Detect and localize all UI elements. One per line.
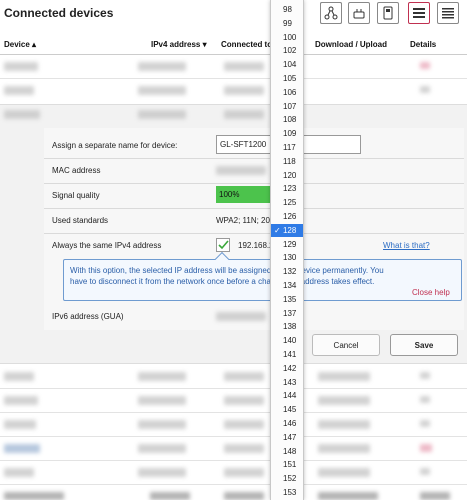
dropdown-option[interactable]: 152 [271,472,303,485]
dropdown-option[interactable]: 145 [271,403,303,416]
dropdown-option[interactable]: 123 [271,182,303,195]
device-icon [383,6,393,20]
close-help-link[interactable]: Close help [412,288,450,297]
dropdown-option-label: 128 [282,225,297,235]
router-icon [353,9,365,19]
details-divider [44,208,464,209]
view-device-button[interactable] [377,2,399,24]
ipv6-value [216,312,266,321]
dropdown-option[interactable]: 141 [271,348,303,361]
mac-label: MAC address [52,166,101,175]
dropdown-option[interactable]: 125 [271,196,303,209]
mesh-icon [324,6,338,20]
compact-list-icon [442,8,454,19]
dropdown-option[interactable]: 99 [271,17,303,30]
dropdown-option[interactable]: 132 [271,265,303,278]
dropdown-option[interactable]: 134 [271,279,303,292]
standards-label: Used standards [52,216,109,225]
fixed-ip-checkbox[interactable] [216,238,230,252]
dropdown-option[interactable]: 143 [271,376,303,389]
dropdown-option[interactable]: 117 [271,141,303,154]
view-list-button[interactable] [408,2,430,24]
dropdown-option[interactable]: 126 [271,210,303,223]
dropdown-option[interactable]: 106 [271,86,303,99]
dropdown-option[interactable]: 98 [271,3,303,16]
dropdown-option-selected[interactable]: ✓ 128 [271,223,303,237]
view-mesh-map-button[interactable] [320,2,342,24]
dropdown-option[interactable]: 118 [271,155,303,168]
column-header-download[interactable]: Download / Upload [315,40,387,49]
ipv6-label: IPv6 address (GUA) [52,312,124,321]
dropdown-option[interactable]: 147 [271,431,303,444]
dropdown-option[interactable]: 137 [271,307,303,320]
row-divider [0,460,467,461]
view-compact-list-button[interactable] [437,2,459,24]
dropdown-option[interactable]: 138 [271,320,303,333]
name-label: Assign a separate name for device: [52,141,178,150]
signal-quality-bar: 100% [216,186,270,203]
dropdown-option[interactable]: 144 [271,389,303,402]
row-divider [0,436,467,437]
row-divider [0,412,467,413]
dropdown-option[interactable]: 102 [271,44,303,57]
dropdown-option[interactable]: 142 [271,362,303,375]
column-header-ipv4[interactable]: IPv4 address ▾ [151,40,207,49]
dropdown-option[interactable]: 120 [271,169,303,182]
what-is-that-link[interactable]: What is that? [383,241,430,250]
fixed-ip-label: Always the same IPv4 address [52,241,162,250]
details-divider [44,183,464,184]
signal-label: Signal quality [52,191,100,200]
row-divider [0,388,467,389]
dropdown-option[interactable]: 108 [271,113,303,126]
column-header-device[interactable]: Device ▴ [4,40,36,49]
dropdown-option[interactable]: 146 [271,417,303,430]
checkmark-icon: ✓ [274,225,283,235]
help-text: With this option, the selected IP addres… [70,266,384,286]
header-divider [0,54,467,55]
dropdown-option[interactable]: 100 [271,31,303,44]
dropdown-option[interactable]: 151 [271,458,303,471]
dropdown-option[interactable]: 129 [271,238,303,251]
cancel-button[interactable]: Cancel [312,334,380,356]
page-title: Connected devices [4,6,114,20]
dropdown-option[interactable]: 105 [271,72,303,85]
dropdown-option[interactable]: 135 [271,293,303,306]
row-divider [0,78,467,79]
column-header-connected[interactable]: Connected to [221,40,272,49]
dropdown-option[interactable]: 130 [271,251,303,264]
details-divider [44,233,464,234]
column-header-details[interactable]: Details [410,40,436,49]
mac-value [216,166,266,175]
dropdown-option[interactable]: 153 [271,486,303,499]
ip-suffix-dropdown[interactable]: 98 99 100 102 104 105 106 107 108 109 117 118 120 123… [270,0,304,500]
dropdown-option[interactable]: 109 [271,127,303,140]
list-icon [413,8,425,18]
dropdown-option[interactable]: 104 [271,58,303,71]
view-router-button[interactable] [348,2,370,24]
dropdown-option[interactable]: 148 [271,445,303,458]
checkmark-icon [217,240,229,250]
dropdown-option[interactable]: 107 [271,100,303,113]
details-divider [44,158,464,159]
row-divider [0,484,467,485]
dropdown-option[interactable]: 140 [271,334,303,347]
standards-value: WPA2; 11N; 20M [216,216,277,225]
save-button[interactable]: Save [390,334,458,356]
